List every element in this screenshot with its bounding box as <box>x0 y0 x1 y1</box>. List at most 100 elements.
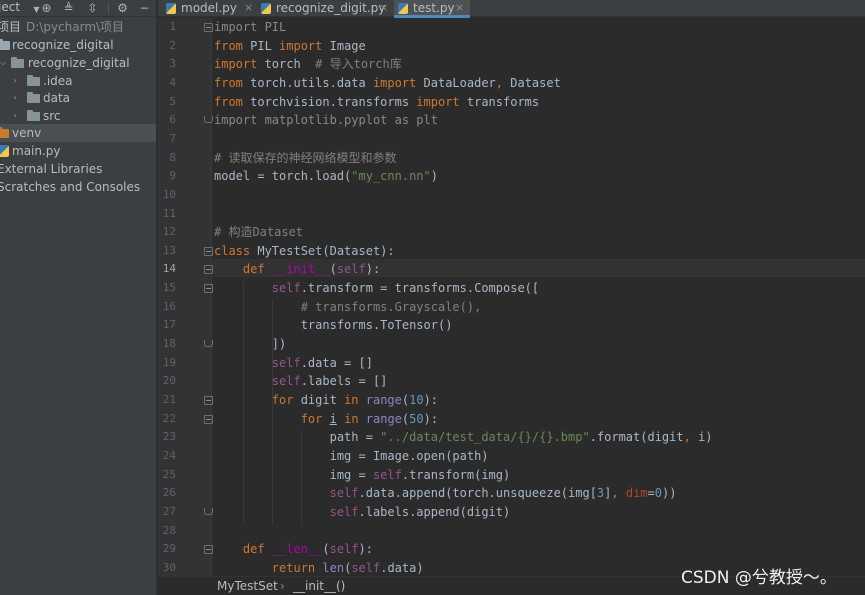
tree-item-idea[interactable]: › .idea <box>0 72 156 90</box>
tab-test-py[interactable]: test.py × <box>394 0 470 18</box>
tree-item-main-py[interactable]: main.py <box>0 142 156 160</box>
code-line[interactable]: for i in range(50): <box>214 410 438 428</box>
code-line[interactable]: def __len__(self): <box>214 540 373 558</box>
fold-toggle-icon[interactable] <box>204 265 213 275</box>
breadcrumb-separator: › <box>280 579 285 593</box>
code-line[interactable]: transforms.ToTensor() <box>214 316 453 334</box>
code-line[interactable]: self.data.append(torch.unsqueeze(img[3],… <box>214 484 677 502</box>
breadcrumb-function[interactable]: __init__() <box>293 577 345 595</box>
code-line[interactable]: # 读取保存的神经网络模型和参数 <box>214 149 396 167</box>
code-token: torch <box>257 57 316 72</box>
line-number: 13 <box>162 243 176 257</box>
code-token: path = <box>214 430 381 445</box>
code-token: class <box>214 243 251 258</box>
minus-icon[interactable]: − <box>136 0 153 17</box>
code-token: transforms.ToTensor() <box>214 318 453 333</box>
chevron-right-icon[interactable]: › <box>9 107 21 125</box>
code-line[interactable]: return len(self.data) <box>214 559 424 576</box>
folder-icon <box>27 75 40 86</box>
code-token: digit <box>293 393 345 407</box>
code-token: ): <box>423 411 439 426</box>
code-token: self <box>329 542 359 557</box>
module-folder-icon <box>0 39 10 50</box>
code-token: from <box>214 94 243 109</box>
code-line[interactable]: from torchvision.transforms import trans… <box>214 93 539 111</box>
close-icon[interactable]: × <box>379 0 388 16</box>
folder-icon <box>27 92 40 103</box>
code-line[interactable]: def __init__(self): <box>214 260 380 278</box>
tree-item-label: External Libraries <box>0 162 103 176</box>
code-token: ): <box>423 393 439 407</box>
line-number: 22 <box>162 411 176 425</box>
code-token: __init__ <box>271 262 330 277</box>
chevron-right-icon[interactable]: › <box>9 72 21 90</box>
tree-item-recognize-digital-root[interactable]: recognize_digital <box>0 36 156 54</box>
code-line[interactable]: self.labels = [] <box>214 372 388 390</box>
code-line[interactable]: for digit in range(10): <box>214 391 438 409</box>
code-line[interactable]: from PIL import Image <box>214 37 366 55</box>
code-line[interactable]: import torch # 导入torch库 <box>214 55 402 73</box>
expand-all-icon[interactable]: ⇳ <box>84 0 101 17</box>
fold-toggle-icon[interactable] <box>204 396 213 405</box>
code-line[interactable]: self.data = [] <box>214 354 373 372</box>
code-token: import <box>279 38 323 53</box>
tree-item-scratches[interactable]: Scratches and Consoles <box>0 178 156 196</box>
code-token: 0 <box>654 486 663 501</box>
fold-toggle-icon[interactable] <box>204 246 213 256</box>
code-editor[interactable]: 1 2 3 4 5 6 7 8 9 10 11 12 13 14 15 16 17 18 19 20 21 22 23 24 2… <box>158 18 865 576</box>
line-number: 14 <box>162 262 176 276</box>
fold-toggle-icon[interactable] <box>204 545 213 555</box>
code-line[interactable]: # transforms.Grayscale(), <box>214 298 482 316</box>
fold-end-marker[interactable] <box>204 507 213 515</box>
line-number: 11 <box>162 206 176 220</box>
code-line[interactable]: self.transform = transforms.Compose([ <box>214 279 539 297</box>
project-view-selector[interactable]: ject <box>0 0 20 16</box>
code-line[interactable]: img = Image.open(path) <box>214 447 489 465</box>
fold-toggle-icon[interactable] <box>204 414 213 424</box>
code-token: ) <box>430 169 438 184</box>
code-line[interactable]: class MyTestSet(Dataset): <box>214 242 395 260</box>
tree-item-data[interactable]: › data <box>0 89 156 107</box>
code-token: # 读取保存的神经网络模型和参数 <box>214 150 397 165</box>
gear-icon[interactable]: ⚙ <box>114 0 131 17</box>
code-line[interactable]: from torch.utils.data import DataLoader,… <box>214 74 561 92</box>
collapse-all-icon[interactable]: ≜ <box>60 0 77 17</box>
code-line[interactable]: import matplotlib.pyplot as plt <box>214 111 438 129</box>
chevron-right-icon[interactable]: › <box>9 89 21 107</box>
tree-item-venv[interactable]: venv <box>0 124 156 142</box>
code-token: self <box>372 467 402 482</box>
tab-recognize-digit-py[interactable]: recognize_digit.py × <box>261 0 393 17</box>
close-icon[interactable]: × <box>244 0 253 16</box>
line-number: 20 <box>162 374 176 388</box>
tree-item-src[interactable]: › src <box>0 107 156 125</box>
fold-end-marker[interactable] <box>204 116 213 124</box>
code-line[interactable]: img = self.transform(img) <box>214 466 511 484</box>
code-token: self <box>351 560 381 575</box>
tab-model-py[interactable]: model.py × <box>166 0 256 17</box>
code-token: , <box>611 486 619 501</box>
code-line[interactable]: path = "../data/test_data/{}/{}.bmp".for… <box>214 428 713 446</box>
tree-item-external-libraries[interactable]: External Libraries <box>0 160 156 178</box>
code-token: torchvision.transforms <box>242 94 417 109</box>
fold-end-marker[interactable] <box>204 340 213 348</box>
close-icon[interactable]: × <box>455 0 464 16</box>
fold-toggle-icon[interactable] <box>204 284 213 294</box>
code-line[interactable]: import PIL <box>214 18 286 36</box>
code-line[interactable]: # 构造Dataset <box>214 223 303 241</box>
chevron-down-icon[interactable]: ⌵ <box>0 54 9 72</box>
tree-item-project-root[interactable]: 项目 D:\pycharm\项目 <box>0 18 156 36</box>
target-icon[interactable]: ⊕ <box>38 0 55 17</box>
tree-item-recognize-digital[interactable]: ⌵ recognize_digital <box>0 54 156 72</box>
code-line[interactable]: model = torch.load("my_cnn.nn") <box>214 167 438 185</box>
code-line[interactable]: ]) <box>214 335 286 353</box>
code-token: from <box>214 38 243 53</box>
fold-toggle-icon[interactable] <box>204 23 213 32</box>
code-token: in <box>344 393 359 407</box>
breadcrumb-class[interactable]: MyTestSet <box>217 577 278 595</box>
code-line[interactable]: self.labels.append(digit) <box>214 503 511 521</box>
tree-item-label: data <box>43 91 71 105</box>
